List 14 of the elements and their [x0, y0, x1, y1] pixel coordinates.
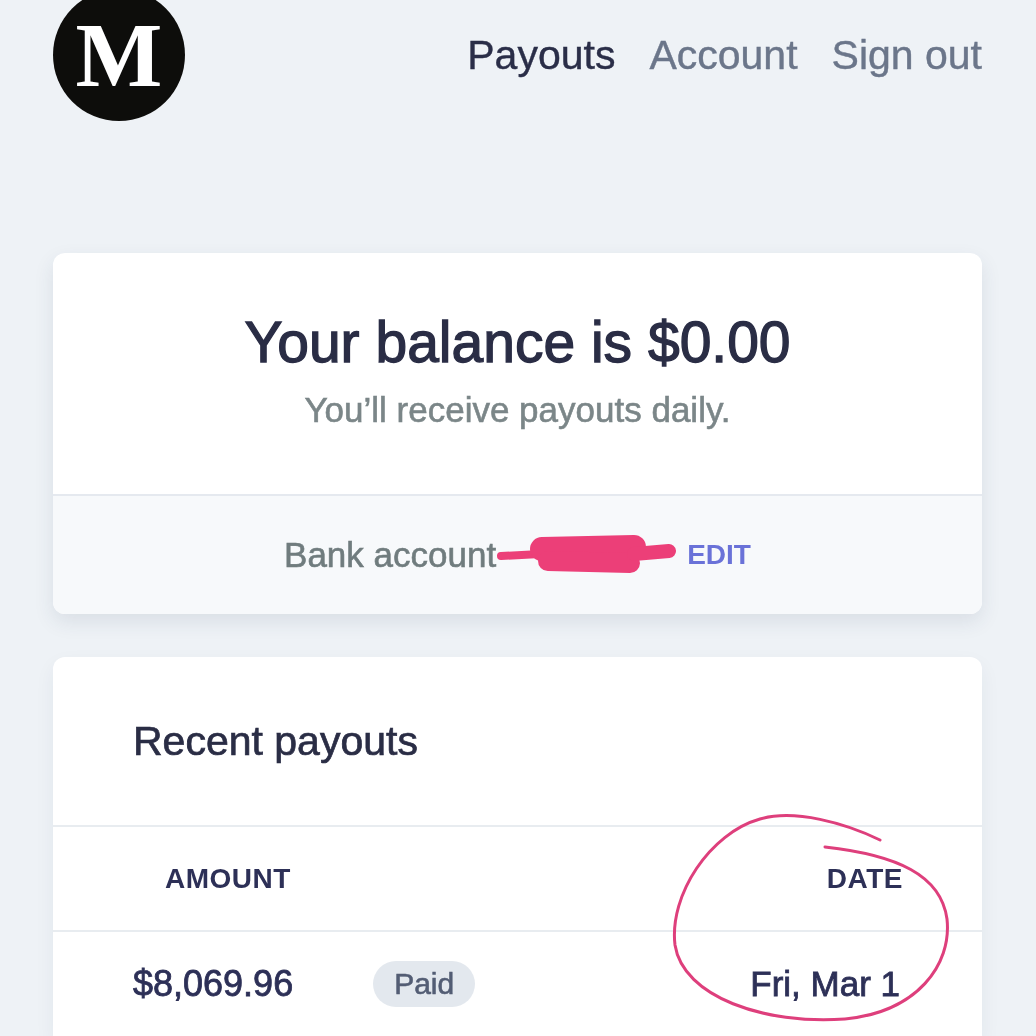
edit-link[interactable]: EDIT — [687, 539, 751, 571]
nav-link[interactable]: Sign out — [831, 31, 982, 79]
column-header: AMOUNT — [165, 862, 291, 895]
section-title: Recent payouts — [133, 717, 418, 765]
column-header: DATE — [826, 862, 903, 895]
date-cell: Fri, Mar 1 — [750, 964, 900, 1004]
amount-cell: $8,069.96 — [133, 963, 294, 1005]
nav-link[interactable]: Payouts — [467, 31, 616, 79]
balance-heading: Your balance is $0.00 — [244, 309, 791, 375]
logo: M — [53, 0, 185, 121]
status-badge: Paid — [373, 961, 476, 1007]
bank-account-label: Bank account — [284, 535, 497, 575]
payout-schedule-text: You’ll receive payouts daily. — [304, 390, 731, 430]
nav-link[interactable]: Account — [649, 31, 798, 79]
